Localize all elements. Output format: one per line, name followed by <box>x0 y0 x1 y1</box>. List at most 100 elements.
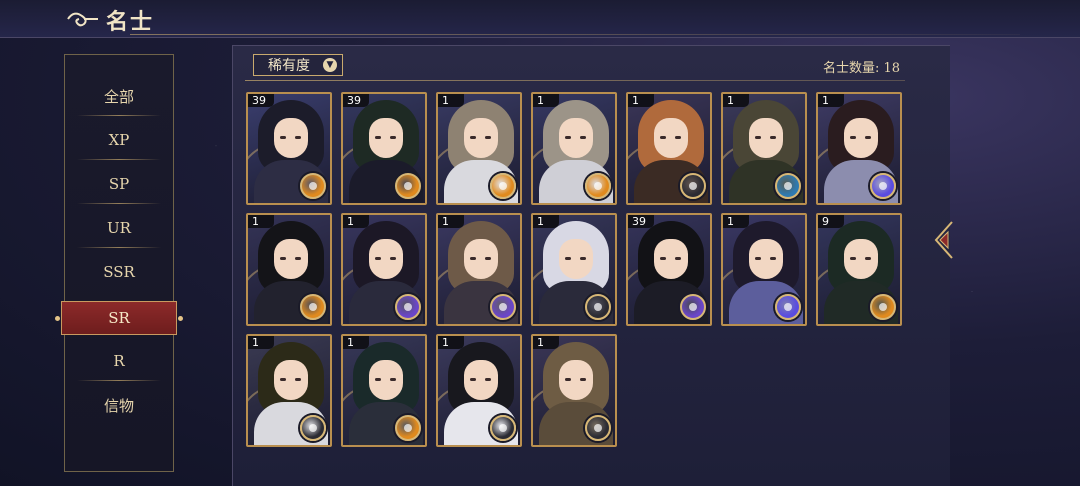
character-eye <box>660 136 666 139</box>
sidebar-item-r[interactable]: R <box>65 339 173 383</box>
character-eye <box>565 136 571 139</box>
sidebar-item-sp[interactable]: SP <box>65 162 173 206</box>
sidebar-item-ur[interactable]: UR <box>65 206 173 250</box>
level-badge: 1 <box>438 94 464 107</box>
character-eye <box>755 136 761 139</box>
character-card[interactable]: 9 <box>816 213 902 326</box>
character-eye <box>580 257 586 260</box>
page-title: 名士 <box>106 9 155 35</box>
character-eye <box>565 257 571 260</box>
level-badge: 39 <box>628 215 654 228</box>
level-badge: 1 <box>343 215 369 228</box>
level-badge: 39 <box>248 94 274 107</box>
element-emblem-icon <box>585 294 611 320</box>
character-card[interactable]: 1 <box>341 213 427 326</box>
element-emblem-icon <box>395 415 421 441</box>
character-eye <box>770 136 776 139</box>
character-card[interactable]: 1 <box>531 334 617 447</box>
level-badge: 1 <box>438 336 464 349</box>
element-emblem-icon <box>680 173 706 199</box>
sidebar-item-sr[interactable]: SR <box>55 301 183 335</box>
character-eye <box>470 257 476 260</box>
character-card[interactable]: 1 <box>436 213 522 326</box>
level-badge: 1 <box>723 94 749 107</box>
character-card[interactable]: 1 <box>341 334 427 447</box>
element-emblem-icon <box>680 294 706 320</box>
level-badge: 39 <box>343 94 369 107</box>
character-card[interactable]: 1 <box>531 92 617 205</box>
level-badge: 1 <box>343 336 369 349</box>
element-emblem-icon <box>300 173 326 199</box>
character-card[interactable]: 1 <box>721 92 807 205</box>
character-eye <box>755 257 761 260</box>
chevron-down-icon: ▼ <box>323 58 337 72</box>
character-card[interactable]: 39 <box>341 92 427 205</box>
character-eye <box>295 257 301 260</box>
level-badge: 1 <box>723 215 749 228</box>
character-card[interactable]: 1 <box>816 92 902 205</box>
element-emblem-icon <box>870 173 896 199</box>
element-emblem-icon <box>490 294 516 320</box>
element-emblem-icon <box>870 294 896 320</box>
character-eye <box>295 136 301 139</box>
character-eye <box>850 136 856 139</box>
title-bar: 名士 <box>0 0 1080 38</box>
level-badge: 1 <box>533 215 559 228</box>
sidebar-item-xp[interactable]: XP <box>65 118 173 162</box>
menu-divider <box>77 159 161 160</box>
sidebar-item-ssr[interactable]: SSR <box>65 250 173 294</box>
level-badge: 1 <box>533 94 559 107</box>
character-eye <box>565 378 571 381</box>
character-eye <box>850 257 856 260</box>
character-eye <box>470 136 476 139</box>
character-eye <box>375 136 381 139</box>
character-card[interactable]: 1 <box>531 213 617 326</box>
character-eye <box>660 257 666 260</box>
menu-divider <box>77 380 161 381</box>
character-eye <box>375 257 381 260</box>
element-emblem-icon <box>490 415 516 441</box>
rarity-sidebar: 全部 XP SP UR SSR SR R 信物 <box>55 54 183 472</box>
element-emblem-icon <box>585 415 611 441</box>
character-card[interactable]: 1 <box>721 213 807 326</box>
next-page-arrow-icon[interactable] <box>932 218 954 262</box>
element-emblem-icon <box>490 173 516 199</box>
menu-divider <box>77 247 161 248</box>
element-emblem-icon <box>395 294 421 320</box>
element-emblem-icon <box>300 415 326 441</box>
cloud-scroll-icon[interactable] <box>64 8 100 30</box>
filter-label: 稀有度 <box>268 58 310 74</box>
element-emblem-icon <box>585 173 611 199</box>
level-badge: 1 <box>248 215 274 228</box>
character-eye <box>280 257 286 260</box>
character-eye <box>675 136 681 139</box>
character-card[interactable]: 39 <box>246 92 332 205</box>
header-divider <box>245 80 905 81</box>
level-badge: 1 <box>248 336 274 349</box>
character-card[interactable]: 1 <box>246 334 332 447</box>
character-eye <box>485 257 491 260</box>
character-eye <box>675 257 681 260</box>
sidebar-item-token[interactable]: 信物 <box>65 383 173 427</box>
menu-divider <box>77 115 161 116</box>
character-card[interactable]: 1 <box>246 213 332 326</box>
character-eye <box>485 378 491 381</box>
character-eye <box>390 136 396 139</box>
sidebar-item-all[interactable]: 全部 <box>65 74 173 118</box>
menu-divider <box>77 203 161 204</box>
character-card[interactable]: 1 <box>436 334 522 447</box>
character-eye <box>295 378 301 381</box>
character-card[interactable]: 1 <box>436 92 522 205</box>
character-eye <box>375 378 381 381</box>
character-card[interactable]: 39 <box>626 213 712 326</box>
character-eye <box>580 136 586 139</box>
character-eye <box>580 378 586 381</box>
element-emblem-icon <box>395 173 421 199</box>
character-eye <box>485 136 491 139</box>
rarity-filter-dropdown[interactable]: 稀有度 ▼ <box>253 54 343 76</box>
level-badge: 1 <box>628 94 654 107</box>
character-eye <box>280 378 286 381</box>
level-badge: 1 <box>818 94 844 107</box>
element-emblem-icon <box>775 173 801 199</box>
character-card[interactable]: 1 <box>626 92 712 205</box>
